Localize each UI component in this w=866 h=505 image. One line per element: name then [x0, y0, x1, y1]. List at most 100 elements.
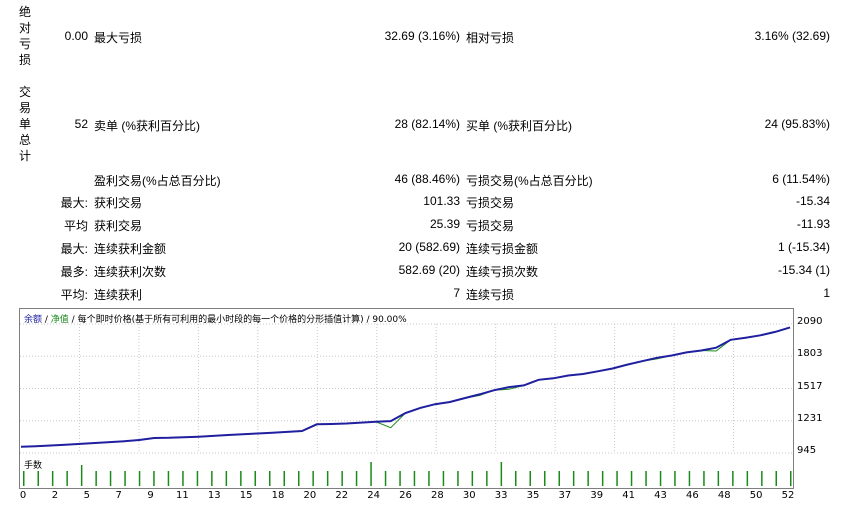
volume-bar [500, 462, 503, 486]
volume-bar [717, 471, 720, 486]
volume-bar [572, 471, 575, 486]
legend-equity: 净值 [50, 315, 69, 325]
volume-bar [37, 471, 39, 486]
vertical-label-char: 单 [18, 117, 31, 131]
average-consecutive-wins-label: 连续获利 [94, 288, 143, 302]
max-consecutive-loss-count-value: -15.34 (1) [777, 263, 830, 277]
volume-bar [95, 471, 97, 486]
volume-bar [399, 471, 401, 486]
largest-loss-value: -15.34 [795, 194, 830, 208]
average-prefix: 平均 [63, 219, 88, 233]
largest-profit-label: 获利交易 [94, 196, 143, 210]
volume-bar [124, 471, 126, 486]
volume-bar [761, 471, 763, 486]
volume-bar [153, 471, 155, 486]
x-tick-label: 11 [176, 490, 189, 501]
x-tick-label: 22 [335, 490, 349, 501]
x-tick-label: 20 [303, 490, 317, 501]
average-profit-value: 25.39 [429, 217, 460, 231]
volume-bar [341, 471, 343, 486]
average-consecutive-wins-value: 7 [453, 286, 460, 300]
x-tick-label: 50 [749, 490, 763, 501]
volume-bar [196, 471, 199, 486]
legend-separator: / [42, 315, 51, 325]
volume-bar [66, 471, 68, 486]
volume-bar [254, 471, 256, 486]
x-tick-label: 26 [399, 490, 412, 501]
x-tick-label: 9 [147, 490, 154, 501]
x-tick-label: 39 [590, 490, 604, 501]
vertical-label-char: 易 [18, 101, 31, 115]
volume-bar [544, 471, 546, 486]
max-consecutive-count-prefix: 最多: [60, 265, 88, 279]
average-consecutive-losses-value: 1 [823, 286, 830, 300]
legend-quality: 90.00% [372, 315, 407, 325]
volume-bar [457, 471, 459, 486]
y-tick-label: 1803 [797, 348, 823, 360]
volume-bar [703, 471, 705, 486]
volume-bar [616, 471, 618, 486]
y-tick-label: 1231 [797, 412, 823, 424]
volume-bar [312, 471, 314, 486]
x-tick-label: 46 [686, 490, 699, 501]
max-drawdown-label: 最大亏损 [94, 31, 143, 45]
volume-title: 手数 [24, 461, 43, 471]
average-consecutive-prefix: 平均: [60, 288, 88, 302]
volume-bar [674, 471, 676, 486]
largest-profit-value: 101.33 [423, 194, 460, 208]
x-tick-label: 48 [717, 490, 731, 501]
average-loss-label: 亏损交易 [466, 219, 515, 233]
volume-bar [659, 471, 662, 486]
volume-bar [558, 471, 560, 486]
vertical-label-char: 总 [18, 133, 31, 147]
absolute-drawdown-value: 0.00 [64, 29, 88, 43]
volume-chart-plot [23, 462, 792, 486]
volume-bar [240, 471, 242, 486]
y-tick-label: 2090 [797, 316, 823, 327]
profit-trades-value: 46 (88.46%) [394, 172, 460, 186]
x-tick-label: 15 [239, 490, 253, 501]
loss-trades-label: 亏损交易(%占总百分比) [466, 174, 593, 188]
vertical-label-char: 绝 [18, 5, 31, 19]
vertical-label-char: 损 [18, 53, 31, 67]
max-consecutive-profit-value: 582.69 (20) [398, 263, 460, 277]
volume-bar [442, 471, 445, 486]
x-tick-label: 7 [115, 490, 122, 501]
volume-bar [601, 471, 604, 486]
balance-series-line [20, 326, 791, 448]
legend-model: 每个即时价格(基于所有可利用的最小时段的每一个价格的分形插值计算) [77, 315, 364, 325]
x-tick-label: 30 [462, 490, 476, 501]
max-consecutive-prefix: 最大: [60, 242, 88, 256]
volume-bar [645, 471, 647, 486]
volume-bar [23, 471, 25, 486]
x-tick-label: 28 [431, 490, 444, 501]
y-tick-label: 1517 [797, 380, 823, 392]
equity-series-line [20, 326, 791, 448]
max-drawdown-value: 32.69 (3.16%) [384, 29, 460, 43]
loss-trades-value: 6 (11.54%) [772, 172, 830, 186]
volume-bar [630, 471, 633, 486]
long-positions-value: 24 (95.83%) [764, 117, 830, 131]
x-tick-label: 18 [271, 490, 285, 501]
average-consecutive-losses-label: 连续亏损 [466, 288, 515, 302]
volume-bar [529, 471, 531, 486]
max-consecutive-losses-value: 1 (-15.34) [777, 240, 830, 254]
volume-bar [298, 471, 300, 486]
x-tick-label: 41 [622, 490, 635, 501]
short-positions-label: 卖单 (%获利百分比) [94, 119, 200, 133]
max-consecutive-losses-label: 连续亏损金额 [466, 242, 539, 256]
largest-prefix: 最大: [60, 196, 88, 210]
volume-bar [109, 471, 112, 486]
volume-bar [80, 465, 83, 486]
max-consecutive-loss-count-label: 连续亏损次数 [466, 265, 539, 279]
relative-drawdown-value: 3.16% (32.69) [754, 29, 830, 43]
legend-separator: / [68, 315, 78, 325]
balance-chart: 余额 / 净值 / 每个即时价格(基于所有可利用的最小时段的每一个价格的分形插值… [19, 308, 794, 457]
x-tick-label: 43 [654, 490, 667, 501]
legend-balance: 余额 [24, 315, 43, 325]
vertical-label-char: 对 [18, 21, 31, 35]
average-loss-value: -11.93 [796, 217, 830, 231]
volume-bar [384, 471, 387, 486]
volume-bar [326, 471, 329, 486]
y-tick-label: 945 [797, 445, 817, 456]
